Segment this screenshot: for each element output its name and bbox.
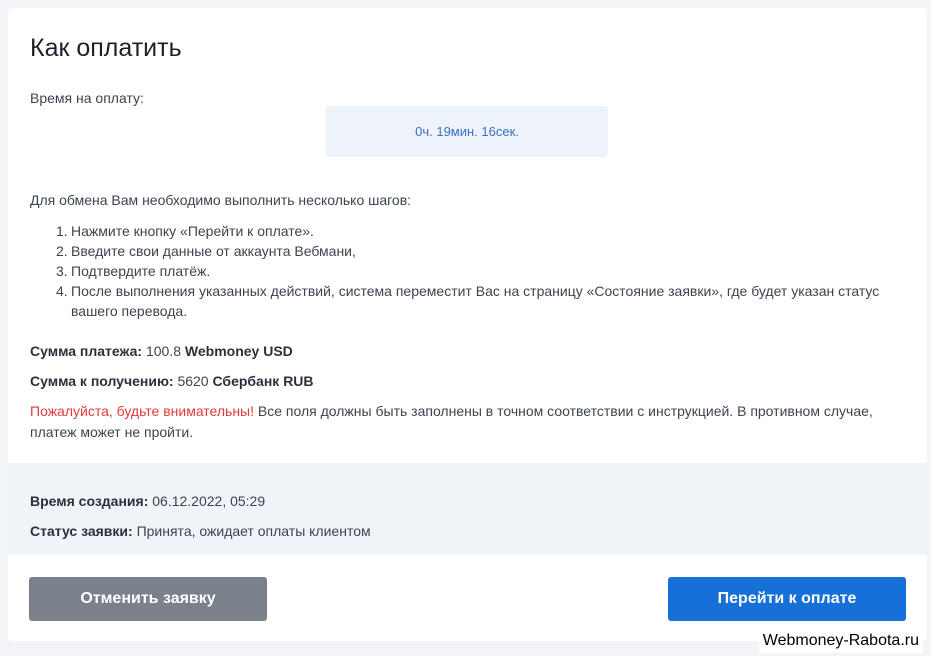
step-text: Введите свои данные от аккаунта Вебмани, bbox=[71, 243, 356, 259]
receive-sum-value: 5620 bbox=[177, 373, 209, 389]
status-value: Принята, ожидает оплаты клиентом bbox=[136, 523, 371, 539]
page-title: Как оплатить bbox=[30, 34, 182, 62]
created-label: Время создания: bbox=[30, 493, 149, 509]
payment-card: Как оплатить Время на оплату: 0ч. 19мин.… bbox=[8, 8, 927, 641]
steps-list: 1. Нажмите кнопку «Перейти к оплате». 2. В… bbox=[30, 221, 890, 321]
go-to-payment-button[interactable]: Перейти к оплате bbox=[668, 577, 906, 621]
step-item: 2. Введите свои данные от аккаунта Вебман… bbox=[30, 241, 890, 261]
timer-value: 0ч. 19мин. 16сек. bbox=[415, 124, 519, 139]
payment-sum-currency: Webmoney USD bbox=[184, 343, 293, 359]
created-time: Время создания: 06.12.2022, 05:29 bbox=[30, 493, 265, 509]
receive-sum: Сумма к получению: 5620 Сбербанк RUB bbox=[30, 373, 314, 389]
step-text: После выполнения указанных действий, сис… bbox=[71, 283, 880, 319]
step-text: Подтвердите платёж. bbox=[71, 263, 211, 279]
step-number: 3. bbox=[56, 263, 68, 279]
site-watermark: Webmoney-Rabota.ru bbox=[758, 629, 923, 653]
time-label: Время на оплату: bbox=[30, 90, 144, 106]
step-text: Нажмите кнопку «Перейти к оплате». bbox=[71, 223, 314, 239]
step-item: 1. Нажмите кнопку «Перейти к оплате». bbox=[30, 221, 890, 241]
order-meta-section: Время создания: 06.12.2022, 05:29 Статус… bbox=[8, 463, 927, 555]
step-item: 3. Подтвердите платёж. bbox=[30, 261, 890, 281]
countdown-timer: 0ч. 19мин. 16сек. bbox=[326, 106, 608, 157]
step-number: 4. bbox=[56, 283, 68, 299]
payment-sum-value: 100.8 bbox=[145, 343, 181, 359]
payment-sum-label: Сумма платежа: bbox=[30, 343, 143, 359]
warning-text: Пожалуйста, будьте внимательны! Все поля… bbox=[30, 401, 905, 443]
payment-sum: Сумма платежа: 100.8 Webmoney USD bbox=[30, 343, 293, 359]
step-item: 4. После выполнения указанных действий, с… bbox=[30, 281, 890, 321]
order-status: Статус заявки: Принята, ожидает оплаты к… bbox=[30, 523, 371, 539]
created-value: 06.12.2022, 05:29 bbox=[152, 493, 266, 509]
status-label: Статус заявки: bbox=[30, 523, 133, 539]
receive-sum-label: Сумма к получению: bbox=[30, 373, 174, 389]
warning-highlight: Пожалуйста, будьте внимательны! bbox=[30, 403, 255, 419]
cancel-order-button[interactable]: Отменить заявку bbox=[29, 577, 267, 621]
instructions-intro: Для обмена Вам необходимо выполнить неск… bbox=[30, 192, 412, 208]
receive-sum-currency: Сбербанк RUB bbox=[212, 373, 314, 389]
step-number: 2. bbox=[56, 243, 68, 259]
step-number: 1. bbox=[56, 223, 68, 239]
